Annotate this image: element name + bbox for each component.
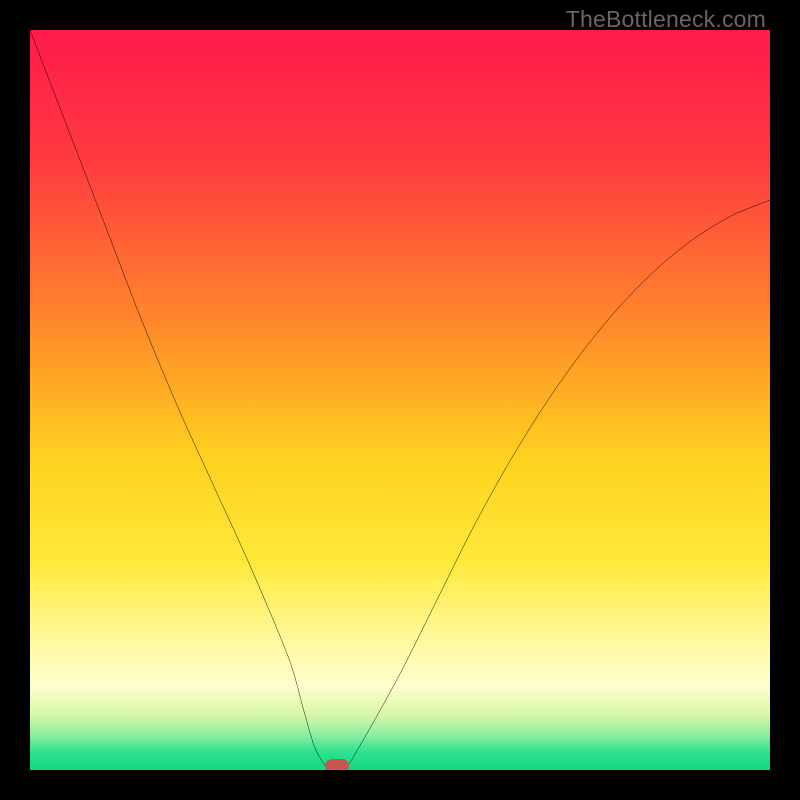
- optimal-point-marker: [325, 759, 349, 770]
- chart-frame: TheBottleneck.com: [0, 0, 800, 800]
- watermark-text: TheBottleneck.com: [566, 6, 766, 33]
- plot-area: [30, 30, 770, 770]
- bottleneck-curve: [30, 30, 770, 770]
